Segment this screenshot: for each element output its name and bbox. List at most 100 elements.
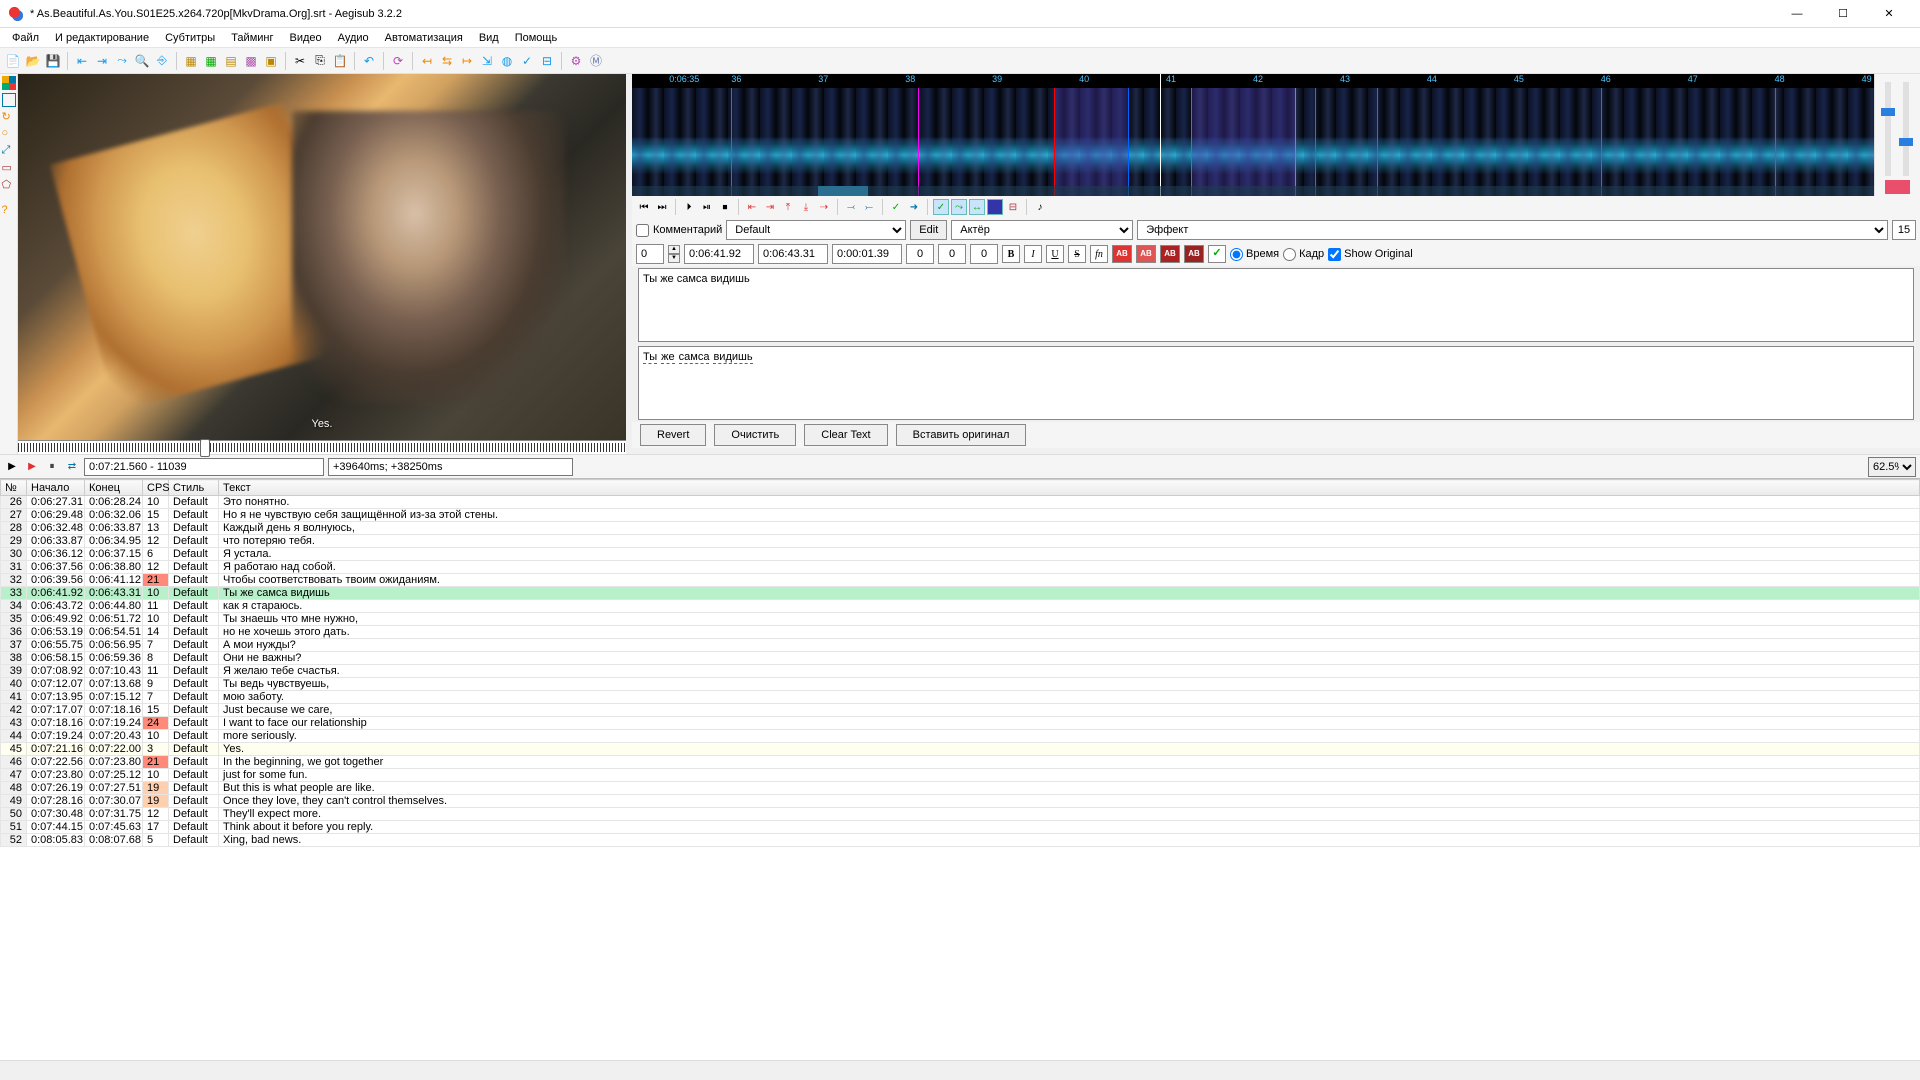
comment-checkbox[interactable] [636, 224, 649, 237]
snap-icon[interactable]: ⤳ [113, 52, 131, 70]
video-offset[interactable] [328, 458, 573, 476]
audio-zoom-slider[interactable] [1885, 82, 1891, 176]
translation-icon[interactable]: ⊟ [538, 52, 556, 70]
table-row[interactable]: 300:06:36.120:06:37.156DefaultЯ устала. [1, 548, 1920, 561]
attach-icon[interactable]: ▣ [262, 52, 280, 70]
maximize-button[interactable]: ☐ [1820, 0, 1866, 28]
sel-all-icon[interactable]: ▦ [182, 52, 200, 70]
font-button[interactable]: fn [1090, 245, 1108, 263]
table-row[interactable]: 270:06:29.480:06:32.0615DefaultНо я не ч… [1, 509, 1920, 522]
save-icon[interactable]: 💾 [44, 52, 62, 70]
style-mgr-icon[interactable]: ▩ [242, 52, 260, 70]
table-row[interactable]: 390:07:08.920:07:10.4311DefaultЯ желаю т… [1, 665, 1920, 678]
margin-r-input[interactable] [938, 244, 966, 264]
zoom-icon[interactable]: 🔍 [133, 52, 151, 70]
audio-play-first-icon[interactable]: ⤒ [780, 199, 796, 215]
close-button[interactable]: ✕ [1866, 0, 1912, 28]
audio-autonext-icon[interactable]: ⤳ [951, 199, 967, 215]
table-row[interactable]: 400:07:12.070:07:13.689DefaultТы ведь чу… [1, 678, 1920, 691]
kanji-timer-icon[interactable]: ◍ [498, 52, 516, 70]
audio-goto-icon[interactable]: ➜ [906, 199, 922, 215]
clip-icon[interactable]: ▭ [2, 161, 16, 175]
shift-time-icon[interactable]: ⇆ [438, 52, 456, 70]
table-row[interactable]: 340:06:43.720:06:44.8011Defaultкак я ста… [1, 600, 1920, 613]
table-row[interactable]: 500:07:30.480:07:31.7512DefaultThey'll e… [1, 808, 1920, 821]
table-row[interactable]: 520:08:05.830:08:07.685DefaultXing, bad … [1, 834, 1920, 847]
open-icon[interactable]: 📂 [24, 52, 42, 70]
paste-icon[interactable]: 📋 [331, 52, 349, 70]
table-row[interactable]: 280:06:32.480:06:33.8713DefaultКаждый де… [1, 522, 1920, 535]
rotate-z-icon[interactable]: ↻ [2, 110, 16, 124]
audio-play-after-icon[interactable]: ⇥ [762, 199, 778, 215]
copy-icon[interactable]: ⎘ [311, 52, 329, 70]
cycle-icon[interactable]: ⟳ [389, 52, 407, 70]
clear-text-button[interactable]: Clear Text [804, 424, 887, 446]
vclip-icon[interactable]: ⬠ [2, 178, 16, 192]
crosshair-icon[interactable] [2, 76, 16, 90]
col-style[interactable]: Стиль [169, 480, 219, 496]
original-textarea[interactable]: Тыжесамсавидишь [638, 346, 1914, 420]
commit-button[interactable]: ✓ [1208, 245, 1226, 263]
table-row[interactable]: 450:07:21.160:07:22.003DefaultYes. [1, 743, 1920, 756]
new-icon[interactable]: 📄 [4, 52, 22, 70]
clear-button[interactable]: Очистить [714, 424, 796, 446]
duration-input[interactable] [832, 244, 902, 264]
table-row[interactable]: 260:06:27.310:06:28.2410DefaultЭто понят… [1, 496, 1920, 509]
minimize-button[interactable]: — [1774, 0, 1820, 28]
strike-button[interactable]: S [1068, 245, 1086, 263]
col-cps[interactable]: CPS [143, 480, 169, 496]
actor-select[interactable]: Актёр [951, 220, 1133, 240]
subtitle-grid[interactable]: № Начало Конец CPS Стиль Текст 260:06:27… [0, 478, 1920, 1060]
table-row[interactable]: 290:06:33.870:06:34.9512Defaultчто потер… [1, 535, 1920, 548]
scale-icon[interactable]: ⤢ [2, 144, 16, 158]
video-seekbar[interactable] [18, 440, 626, 454]
col-start[interactable]: Начало [27, 480, 85, 496]
resample-icon[interactable]: ⚙ [567, 52, 585, 70]
undo-icon[interactable]: ↶ [360, 52, 378, 70]
revert-button[interactable]: Revert [640, 424, 706, 446]
col-number[interactable]: № [1, 480, 27, 496]
audio-play-icon[interactable]: ⏵ [681, 199, 697, 215]
table-row[interactable]: 460:07:22.560:07:23.8021DefaultIn the be… [1, 756, 1920, 769]
audio-scrollbar[interactable] [632, 186, 1874, 196]
menu-аудио[interactable]: Аудио [330, 30, 377, 46]
layer-input[interactable] [636, 244, 664, 264]
audio-autocommit-icon[interactable]: ✓ [933, 199, 949, 215]
audio-spectrogram[interactable]: 0:06:353637383940414243444546474849 [632, 74, 1874, 196]
audio-autoscroll-icon[interactable]: ↔ [969, 199, 985, 215]
table-row[interactable]: 310:06:37.560:06:38.8012DefaultЯ работаю… [1, 561, 1920, 574]
layer-down[interactable]: ▼ [668, 254, 680, 263]
table-row[interactable]: 480:07:26.190:07:27.5119DefaultBut this … [1, 782, 1920, 795]
frame-radio[interactable]: Кадр [1283, 248, 1324, 261]
show-original-check[interactable]: Show Original [1328, 248, 1412, 261]
pause-icon[interactable]: ⏸ [44, 459, 60, 475]
edit-style-button[interactable]: Edit [910, 220, 947, 240]
sel-visible-icon[interactable]: ▦ [202, 52, 220, 70]
spellcheck-icon[interactable]: ✓ [518, 52, 536, 70]
audio-leadout-icon[interactable]: ⤚ [861, 199, 877, 215]
menu-файл[interactable]: Файл [4, 30, 47, 46]
jump-end-icon[interactable]: ⇥ [93, 52, 111, 70]
margin-l-input[interactable] [906, 244, 934, 264]
menu-и редактирование[interactable]: И редактирование [47, 30, 157, 46]
audio-prev-icon[interactable]: ⏮ [636, 199, 652, 215]
italic-button[interactable]: I [1024, 245, 1042, 263]
col-end[interactable]: Конец [85, 480, 143, 496]
play-line-icon[interactable]: ▶ [24, 459, 40, 475]
audio-spectrum-icon[interactable] [987, 199, 1003, 215]
menu-помощь[interactable]: Помощь [507, 30, 566, 46]
menu-автоматизация[interactable]: Автоматизация [377, 30, 471, 46]
table-row[interactable]: 510:07:44.150:07:45.6317DefaultThink abo… [1, 821, 1920, 834]
audio-play-last-icon[interactable]: ⤓ [798, 199, 814, 215]
table-row[interactable]: 430:07:18.160:07:19.2424DefaultI want to… [1, 717, 1920, 730]
contract-icon[interactable]: ⇲ [478, 52, 496, 70]
margin-v-input[interactable] [970, 244, 998, 264]
underline-button[interactable]: U [1046, 245, 1064, 263]
edit-textarea[interactable]: Ты же самса видишь [638, 268, 1914, 342]
video-position[interactable] [84, 458, 324, 476]
audio-leadin-icon[interactable]: ⤙ [843, 199, 859, 215]
col-text[interactable]: Текст [219, 480, 1920, 496]
time-radio[interactable]: Время [1230, 248, 1279, 261]
menu-тайминг[interactable]: Тайминг [223, 30, 281, 46]
audio-medusa-icon[interactable]: ⊟ [1005, 199, 1021, 215]
